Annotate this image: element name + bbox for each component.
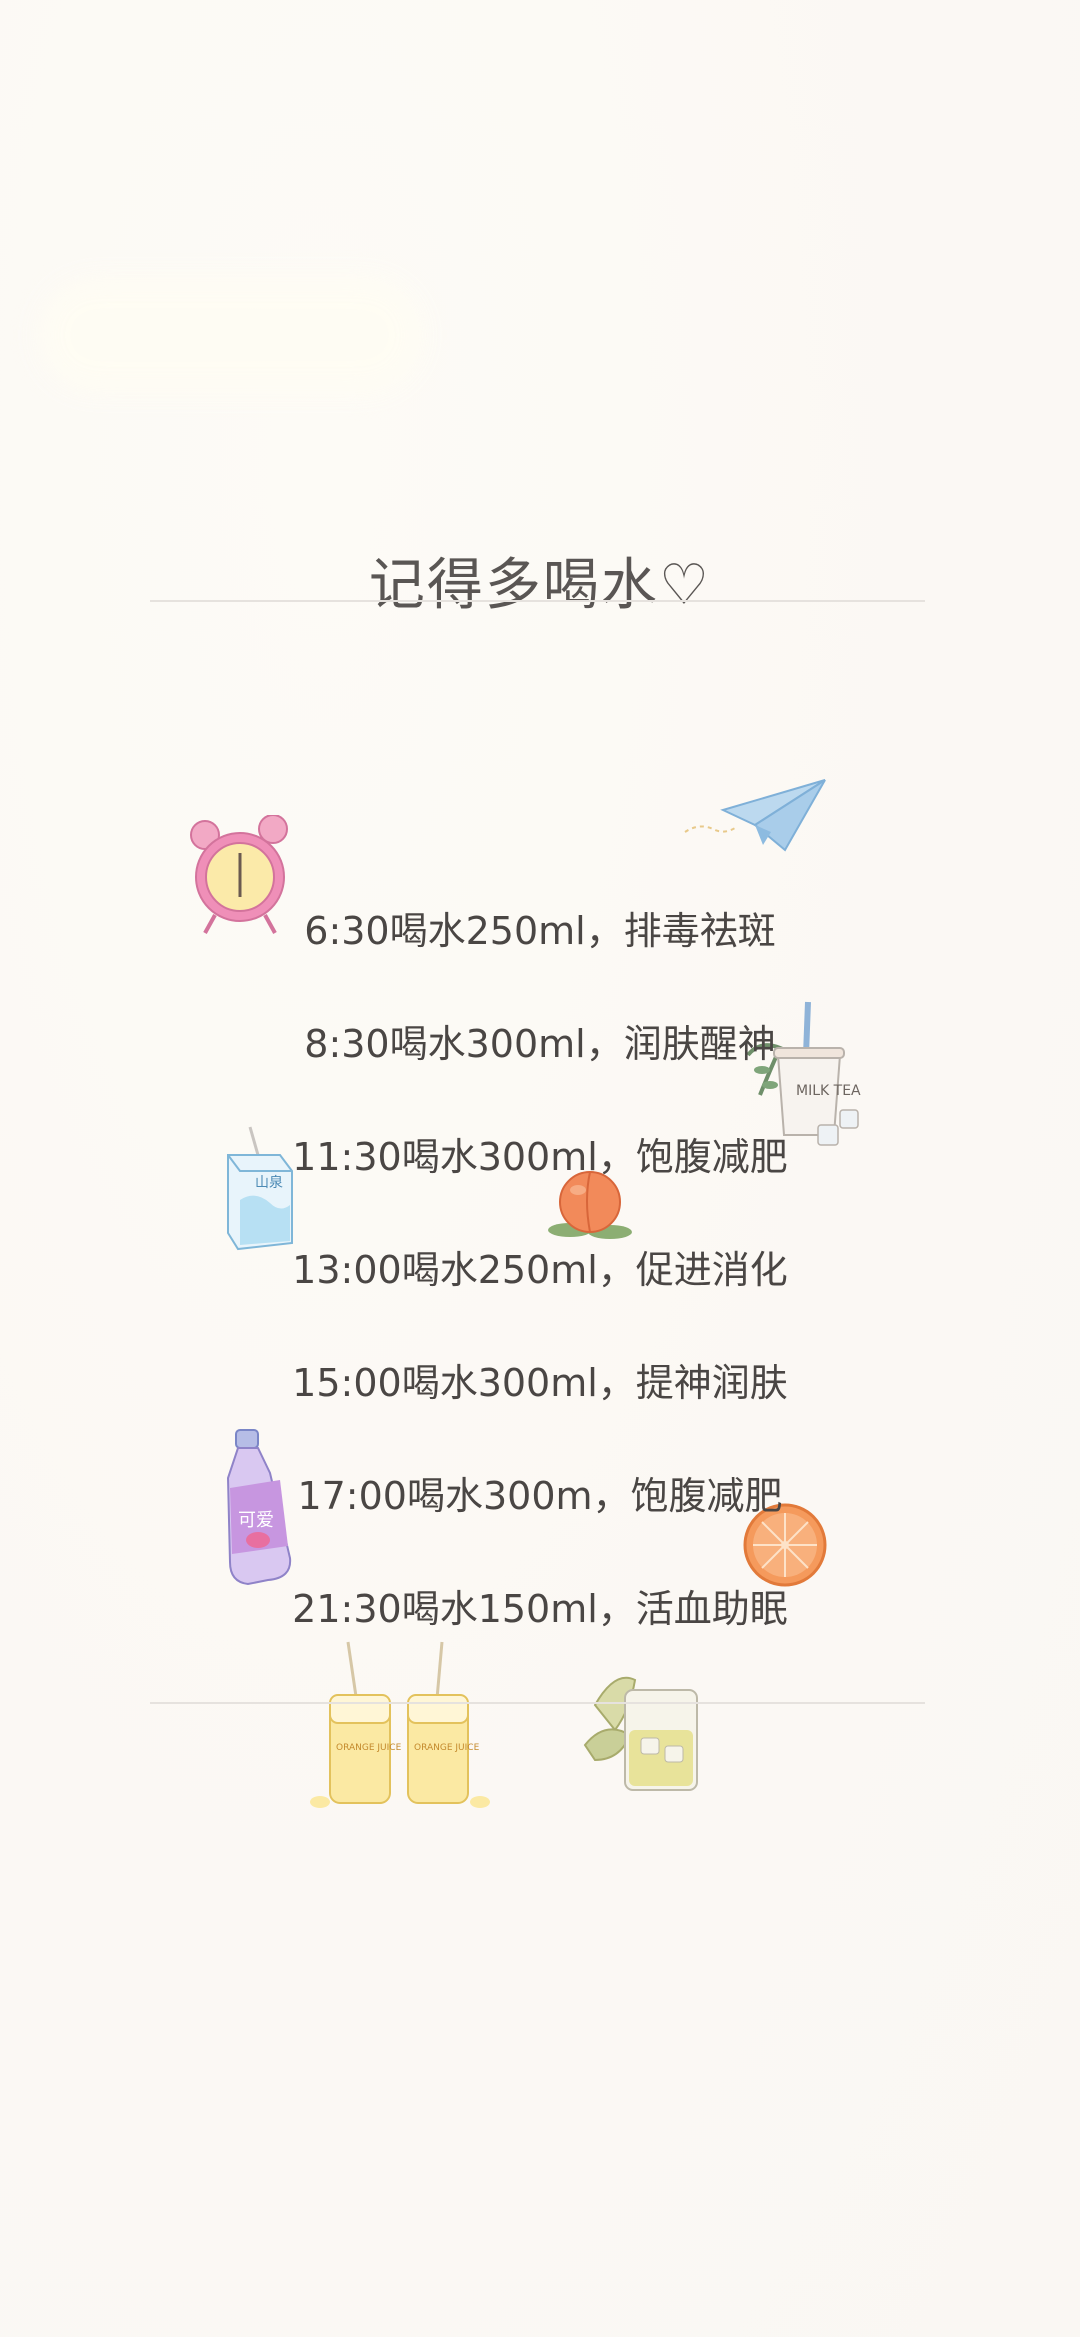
schedule-benefit: 饱腹减肥 xyxy=(630,1474,783,1518)
orange-juice-bottles-icon: ORANGE JUICE ORANGE JUICE xyxy=(310,1641,490,1808)
schedule-benefit: 促进消化 xyxy=(635,1248,788,1292)
schedule-time: 15:00 xyxy=(292,1361,402,1405)
bottom-divider xyxy=(150,1702,925,1704)
schedule-action: 喝水300ml， xyxy=(401,1361,636,1405)
milk-tea-label: MILK TEA xyxy=(796,1083,861,1099)
schedule-benefit: 润肤醒神 xyxy=(623,1022,776,1066)
schedule-benefit: 排毒祛斑 xyxy=(623,909,776,953)
page-background: 记得多喝水♡ MILK TEA 山泉 可爱 ORANGE JUICE ORANG… xyxy=(0,0,1080,2337)
schedule-time: 11:30 xyxy=(292,1135,402,1179)
orange-juice-label-left: ORANGE JUICE xyxy=(336,1743,402,1753)
schedule-row: 8:30喝水300ml，润肤醒神 xyxy=(0,1013,1080,1068)
schedule-action: 喝水150ml， xyxy=(401,1587,636,1631)
light-glow xyxy=(40,280,420,390)
schedule-time: 21:30 xyxy=(292,1587,402,1631)
schedule-time: 13:00 xyxy=(292,1248,402,1292)
schedule-benefit: 提神润肤 xyxy=(635,1361,788,1405)
orange-juice-label-right: ORANGE JUICE xyxy=(414,1743,480,1753)
paper-plane-icon xyxy=(684,779,826,852)
schedule-time: 17:00 xyxy=(297,1474,407,1518)
schedule-benefit: 活血助眠 xyxy=(635,1587,788,1631)
schedule-row: 6:30喝水250ml，排毒祛斑 xyxy=(0,900,1080,955)
schedule-action: 喝水300ml， xyxy=(389,1022,624,1066)
schedule-row: 11:30喝水300ml，饱腹减肥 xyxy=(0,1126,1080,1181)
top-divider xyxy=(150,600,925,602)
schedule-benefit: 饱腹减肥 xyxy=(635,1135,788,1179)
schedule-time: 6:30 xyxy=(304,909,390,953)
schedule-row: 21:30喝水150ml，活血助眠 xyxy=(0,1578,1080,1633)
schedule-row: 13:00喝水250ml，促进消化 xyxy=(0,1239,1080,1294)
schedule-action: 喝水300ml， xyxy=(401,1135,636,1179)
schedule-row: 17:00喝水300m，饱腹减肥 xyxy=(0,1465,1080,1520)
schedule-row: 15:00喝水300ml，提神润肤 xyxy=(0,1352,1080,1407)
lemon-tea-glass-icon xyxy=(583,1676,698,1791)
schedule-action: 喝水300m， xyxy=(406,1474,631,1518)
schedule-action: 喝水250ml， xyxy=(389,909,624,953)
schedule-time: 8:30 xyxy=(304,1022,390,1066)
schedule-action: 喝水250ml， xyxy=(401,1248,636,1292)
page-title: 记得多喝水♡ xyxy=(368,553,712,618)
